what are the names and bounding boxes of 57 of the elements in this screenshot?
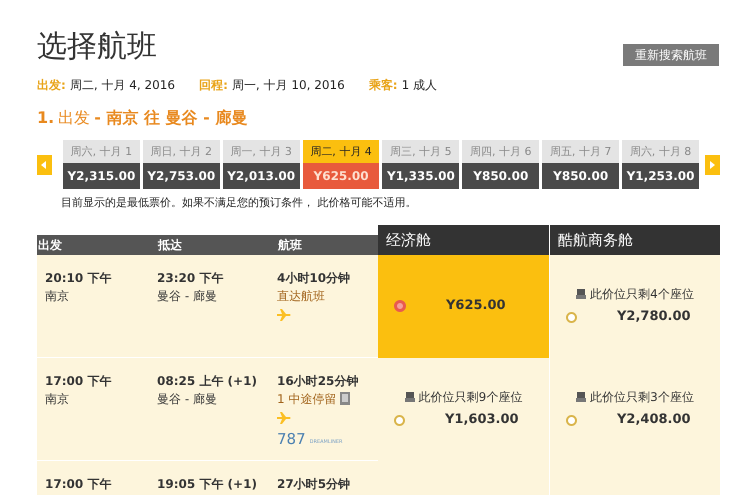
arrive-time: 08:25 上午 (+1) <box>157 372 258 390</box>
column-header: 航班 <box>277 234 378 254</box>
depart-time: 17:00 下午 <box>45 476 112 492</box>
fare-price: Y2,408.00 <box>617 411 691 430</box>
depart-time: 20:10 下午 <box>45 270 112 286</box>
arrive-city: 曼谷 - 廊曼 <box>157 288 218 304</box>
price-note: 目前显示的是最低票价。如果不满足您的预订条件， 此价格可能不适用。 <box>61 195 418 211</box>
section-leg: 出发 <box>58 107 90 129</box>
fare-price: Y2,780.00 <box>617 308 691 326</box>
arrive-time: 23:20 下午 <box>157 270 224 286</box>
plane-icon <box>277 308 291 320</box>
stops-link[interactable]: 1 中途停留 <box>277 390 336 408</box>
trip-info-value: 周一, 十月 10, 2016 <box>232 77 345 94</box>
fare-cell[interactable]: 此价位只剩9个座位 Y1,603.00 <box>378 358 550 460</box>
seats-left-text: 此价位只剩4个座位 <box>590 286 694 304</box>
seat-icon <box>576 289 586 300</box>
column-header: 出发 <box>37 234 157 254</box>
trip-info-label: 出发: <box>37 77 66 94</box>
fare-radio[interactable] <box>566 312 577 322</box>
search-again-button[interactable]: 重新搜索航班 <box>623 44 719 66</box>
depart-time: 17:00 下午 <box>45 372 112 390</box>
document-icon[interactable] <box>340 392 350 405</box>
trip-info-value: 1 成人 <box>402 77 438 94</box>
seat-icon <box>576 392 586 402</box>
flight-duration: 16小时25分钟 <box>277 372 360 390</box>
flight-duration: 27小时5分钟 <box>277 476 352 492</box>
page-title: 选择航班 <box>37 32 157 62</box>
next-arrow-button[interactable] <box>704 154 720 174</box>
fare-column-header: 酷航商务舱 <box>550 224 720 254</box>
depart-city: 南京 <box>45 390 70 408</box>
fare-radio[interactable] <box>394 414 405 426</box>
previous-arrow-button[interactable] <box>37 154 52 174</box>
fare-column-header: 经济舱 <box>378 224 550 254</box>
arrive-city: 曼谷 - 廊曼 <box>157 390 218 408</box>
depart-city: 南京 <box>45 288 70 304</box>
fare-price: Y625.00 <box>446 297 506 316</box>
plane-icon <box>277 412 291 424</box>
fare-cell[interactable]: 此价位只剩4个座位 Y2,780.00 <box>550 254 720 358</box>
stops-link[interactable]: 直达航班 <box>277 286 325 304</box>
fare-cell[interactable]: Y625.00 <box>378 254 550 358</box>
column-header: 抵达 <box>157 234 277 254</box>
fare-radio[interactable] <box>394 300 406 312</box>
left-arrow-icon <box>41 160 48 168</box>
seat-icon <box>404 392 415 402</box>
section-route: - 南京 往 曼谷 - 廊曼 <box>94 107 248 129</box>
fare-price: Y1,603.00 <box>445 411 519 430</box>
seats-left-text: 此价位只剩3个座位 <box>590 389 694 406</box>
fare-cell[interactable]: 此价位只剩3个座位 Y2,408.00 <box>550 358 720 460</box>
seats-left-text: 此价位只剩9个座位 <box>418 389 522 406</box>
trip-info-label: 回程: <box>199 77 228 94</box>
section-number: 1. <box>37 107 54 129</box>
fare-radio[interactable] <box>566 414 577 426</box>
right-arrow-icon <box>709 160 716 168</box>
flight-duration: 4小时10分钟 <box>277 270 352 286</box>
trip-info-value: 周二, 十月 4, 2016 <box>70 77 176 94</box>
trip-info-label: 乘客: <box>368 77 398 94</box>
arrive-time: 19:05 下午 (+1) <box>157 476 258 492</box>
